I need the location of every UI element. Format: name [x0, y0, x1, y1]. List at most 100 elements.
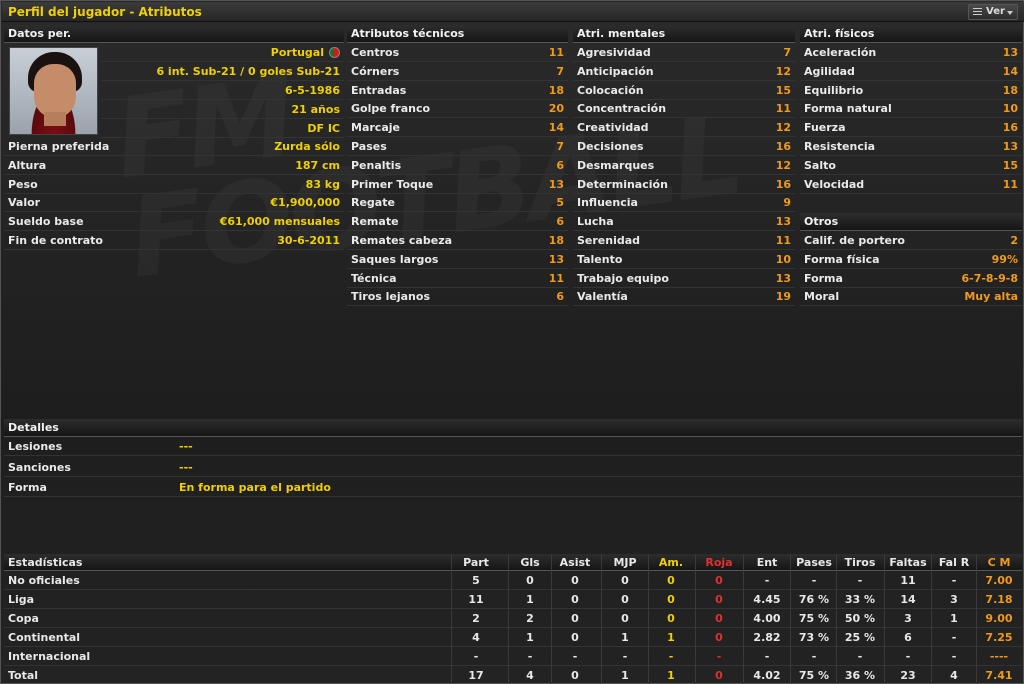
- technical-attr-row[interactable]: Pases 7: [347, 137, 568, 156]
- mental-attr-row[interactable]: Decisiones 16: [573, 137, 795, 156]
- mental-attr-row[interactable]: Talento 10: [573, 250, 795, 269]
- others-row[interactable]: Calif. de portero 2: [800, 231, 1022, 250]
- stats-cell: 7.18: [985, 593, 1013, 606]
- stats-cell: 0: [571, 593, 579, 606]
- details-label: Sanciones: [8, 460, 71, 474]
- stats-cell: 14: [900, 593, 916, 606]
- table-row[interactable]: No oficiales 5 0 0 0 0 0 - - - 11 - 7.00: [4, 571, 1022, 590]
- technical-attr-row[interactable]: Tiros lejanos 6: [347, 287, 568, 307]
- stats-cell: -: [716, 650, 722, 663]
- technical-attr-row[interactable]: Regate 5: [347, 193, 568, 213]
- technical-attr-row[interactable]: Marcaje 14: [347, 118, 568, 138]
- mental-attr-row[interactable]: Agresividad 7: [573, 43, 795, 62]
- personal-row[interactable]: Sueldo base €61,000 mensuales: [4, 212, 344, 232]
- stats-cell: -: [764, 574, 770, 587]
- view-menu-label: Ver: [986, 6, 1005, 17]
- technical-attr-row[interactable]: Técnica 11: [347, 269, 568, 288]
- title-bar: Perfil del jugador - Atributos Ver: [2, 2, 1024, 22]
- technical-attr-value: 6: [556, 290, 564, 304]
- view-menu-button[interactable]: Ver: [968, 4, 1018, 20]
- table-row[interactable]: Continental 4 1 0 1 1 0 2.82 73 % 25 % 6 - 7.25: [4, 628, 1022, 647]
- mental-attr-row[interactable]: Lucha 13: [573, 212, 795, 232]
- nationality-row: Portugal: [101, 43, 344, 62]
- stats-column-header[interactable]: Ent: [744, 554, 790, 571]
- stats-column-header[interactable]: C M: [977, 554, 1021, 571]
- stats-column-header[interactable]: Roja: [696, 554, 742, 571]
- others-row[interactable]: Forma 6-7-8-9-8: [800, 269, 1022, 288]
- others-row[interactable]: Forma física 99%: [800, 250, 1022, 269]
- table-row[interactable]: Total 17 4 0 1 1 0 4.02 75 % 36 % 23 4 7.41: [4, 666, 1022, 684]
- personal-row[interactable]: Fin de contrato 30-6-2011: [4, 231, 344, 250]
- personal-row[interactable]: Valor €1,900,000: [4, 193, 344, 213]
- technical-attr-label: Saques largos: [351, 252, 439, 266]
- stats-column-header[interactable]: Asist: [552, 554, 598, 571]
- mental-attr-label: Desmarques: [577, 158, 655, 172]
- technical-attr-row[interactable]: Golpe franco 20: [347, 99, 568, 119]
- stats-column-header[interactable]: Faltas: [885, 554, 931, 571]
- stats-column-header[interactable]: Tiros: [837, 554, 883, 571]
- physical-attr-label: Equilibrio: [804, 83, 864, 97]
- mental-attr-row[interactable]: Anticipación 12: [573, 62, 795, 81]
- mental-attr-row[interactable]: Determinación 16: [573, 175, 795, 194]
- stats-column-header[interactable]: Gls: [509, 554, 551, 571]
- stats-cell: -: [764, 650, 770, 663]
- personal-row[interactable]: Peso 83 kg: [4, 175, 344, 194]
- physical-attr-row[interactable]: Resistencia 13: [800, 137, 1022, 156]
- physical-attr-row[interactable]: Agilidad 14: [800, 62, 1022, 81]
- mental-attr-row[interactable]: Serenidad 11: [573, 231, 795, 250]
- technical-attr-row[interactable]: Penaltis 6: [347, 156, 568, 175]
- nationality-value[interactable]: Portugal: [271, 43, 324, 62]
- stats-cell: -: [572, 650, 578, 663]
- stats-column-header[interactable]: Pases: [791, 554, 837, 571]
- technical-attr-value: 13: [548, 252, 564, 266]
- technical-attr-row[interactable]: Remate 6: [347, 212, 568, 232]
- details-row: Forma En forma para el partido: [4, 478, 1022, 497]
- technical-attr-row[interactable]: Saques largos 13: [347, 250, 568, 269]
- technical-attr-row[interactable]: Remates cabeza 18: [347, 231, 568, 250]
- player-photo: [9, 47, 98, 135]
- others-value: Muy alta: [964, 290, 1018, 304]
- others-row[interactable]: Moral Muy alta: [800, 287, 1022, 307]
- mental-attr-row[interactable]: Desmarques 12: [573, 156, 795, 175]
- physical-attr-row[interactable]: Fuerza 16: [800, 118, 1022, 138]
- technical-attr-row[interactable]: Entradas 18: [347, 81, 568, 100]
- physical-attr-row[interactable]: Forma natural 10: [800, 99, 1022, 119]
- mental-attr-row[interactable]: Trabajo equipo 13: [573, 269, 795, 288]
- table-row[interactable]: Copa 2 2 0 0 0 0 4.00 75 % 50 % 3 1 9.00: [4, 609, 1022, 628]
- personal-value: €61,000 mensuales: [219, 215, 340, 229]
- stats-cell: 0: [715, 612, 723, 625]
- mental-attr-row[interactable]: Concentración 11: [573, 99, 795, 119]
- table-row[interactable]: Liga 11 1 0 0 0 0 4.45 76 % 33 % 14 3 7.18: [4, 590, 1022, 609]
- personal-label: Valor: [8, 196, 41, 210]
- stats-column-header[interactable]: Part: [452, 554, 500, 571]
- mental-attr-row[interactable]: Creatividad 12: [573, 118, 795, 138]
- stats-cell: 0: [715, 631, 723, 644]
- physical-attr-row[interactable]: Velocidad 11: [800, 175, 1022, 194]
- technical-attr-value: 11: [548, 46, 564, 59]
- personal-row[interactable]: Altura 187 cm: [4, 156, 344, 175]
- physical-attr-row[interactable]: Salto 15: [800, 156, 1022, 175]
- stats-column-header[interactable]: MJP: [602, 554, 648, 571]
- dob-value: 6-5-1986: [284, 84, 340, 97]
- personal-label: Altura: [8, 158, 47, 172]
- mental-attr-label: Concentración: [577, 102, 667, 116]
- stats-cell: 1: [621, 631, 629, 644]
- player-profile-window: Perfil del jugador - Atributos Ver FMFOO…: [0, 0, 1024, 684]
- technical-attr-row[interactable]: Córners 7: [347, 62, 568, 81]
- window-title: Perfil del jugador - Atributos: [8, 5, 202, 19]
- technical-attr-row[interactable]: Centros 11: [347, 43, 568, 62]
- mental-attr-row[interactable]: Influencia 9: [573, 193, 795, 213]
- chevron-down-icon: [1007, 11, 1013, 15]
- physical-attr-row[interactable]: Aceleración 13: [800, 43, 1022, 62]
- stats-cell: 4.00: [753, 612, 781, 625]
- technical-attr-row[interactable]: Primer Toque 13: [347, 175, 568, 194]
- personal-row[interactable]: Pierna preferida Zurda sólo: [4, 137, 344, 156]
- mental-attr-row[interactable]: Valentía 19: [573, 287, 795, 307]
- technical-attr-label: Centros: [351, 46, 400, 59]
- physical-attr-row[interactable]: Equilibrio 18: [800, 81, 1022, 100]
- table-row[interactable]: Internacional - - - - - - - - - - - ----: [4, 647, 1022, 666]
- stats-column-header[interactable]: Am.: [649, 554, 693, 571]
- technical-attr-label: Remates cabeza: [351, 234, 453, 247]
- mental-attr-row[interactable]: Colocación 15: [573, 81, 795, 100]
- stats-column-header[interactable]: Fal R: [932, 554, 976, 571]
